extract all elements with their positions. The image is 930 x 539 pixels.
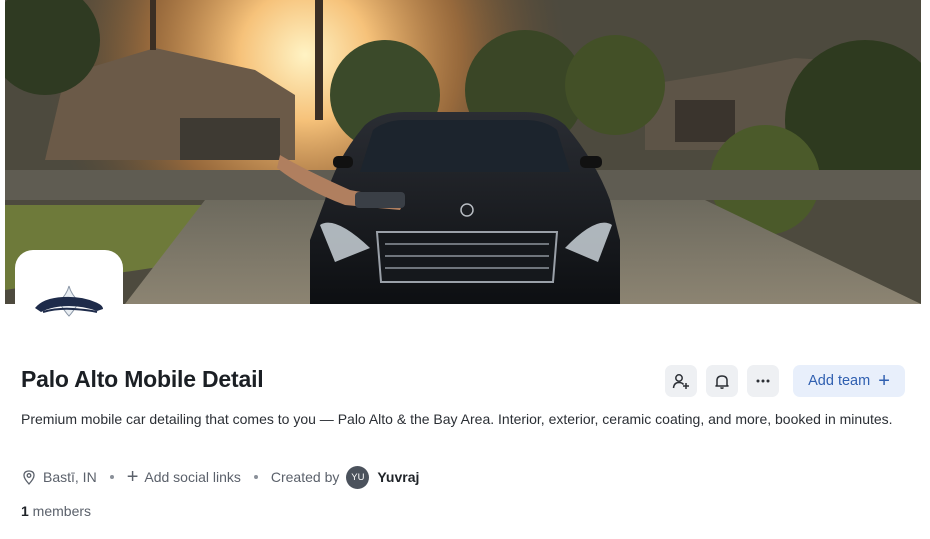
separator-dot — [253, 475, 258, 479]
creator-name-link[interactable]: Yuvraj — [377, 469, 419, 485]
cover-image — [5, 0, 921, 304]
plus-icon: + — [126, 466, 139, 488]
person-add-icon — [672, 374, 689, 389]
members-count[interactable]: 1 members — [21, 503, 91, 519]
add-member-button[interactable] — [665, 365, 697, 397]
bell-icon — [715, 375, 729, 389]
creator-avatar[interactable]: YU — [346, 465, 370, 489]
created-by-label: Created by — [270, 469, 340, 485]
header-actions — [665, 365, 779, 397]
notifications-button[interactable] — [706, 365, 738, 397]
add-social-links-label: Add social links — [144, 469, 241, 485]
add-team-button[interactable]: Add team + — [793, 365, 905, 397]
group-meta-row: Bastī, IN + Add social links Created by … — [21, 465, 419, 489]
more-options-button[interactable] — [747, 365, 779, 397]
group-description: Premium mobile car detailing that comes … — [21, 411, 893, 427]
page-title: Palo Alto Mobile Detail — [21, 366, 264, 392]
members-count-number: 1 — [21, 503, 29, 519]
separator-dot — [109, 475, 114, 479]
group-logo-card — [15, 250, 123, 338]
location-text: Bastī, IN — [43, 469, 97, 485]
location-pin-icon — [21, 469, 37, 485]
group-logo — [35, 285, 103, 317]
cover-banner — [5, 0, 921, 304]
members-count-label: members — [28, 503, 92, 519]
add-team-label: Add team — [808, 373, 871, 389]
add-social-links-button[interactable]: + Add social links — [127, 467, 241, 487]
ellipsis-icon — [756, 379, 770, 383]
plus-icon: + — [878, 370, 890, 392]
